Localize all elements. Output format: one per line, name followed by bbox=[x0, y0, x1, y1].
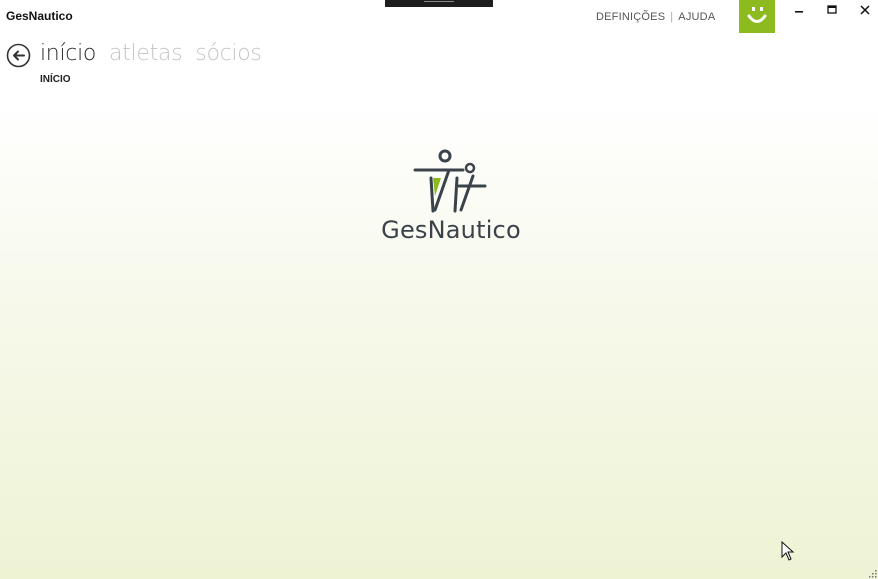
tab-socios[interactable]: sócios bbox=[195, 41, 262, 66]
rowers-logo-icon bbox=[413, 149, 487, 213]
app-title: GesNautico bbox=[6, 9, 73, 23]
header-links: DEFINIÇÕES | AJUDA bbox=[596, 11, 715, 23]
close-button[interactable] bbox=[851, 0, 878, 20]
gesnautico-logo: GesNautico bbox=[375, 148, 527, 248]
header-links-separator: | bbox=[670, 11, 674, 23]
minimize-button[interactable] bbox=[785, 0, 813, 20]
smiley-icon[interactable] bbox=[739, 0, 775, 33]
maximize-button[interactable] bbox=[818, 0, 846, 20]
close-icon bbox=[860, 5, 870, 15]
mouse-cursor-icon bbox=[781, 541, 795, 561]
title-bar-handle-line bbox=[424, 1, 454, 2]
settings-link[interactable]: DEFINIÇÕES bbox=[596, 11, 665, 23]
tab-atletas[interactable]: atletas bbox=[109, 41, 183, 66]
back-button[interactable] bbox=[6, 43, 31, 68]
help-link[interactable]: AJUDA bbox=[678, 11, 715, 23]
title-bar-handle[interactable] bbox=[385, 0, 493, 7]
resize-grip-icon[interactable] bbox=[868, 569, 878, 579]
back-arrow-circle-icon bbox=[6, 43, 31, 68]
maximize-icon bbox=[827, 5, 837, 14]
main-navigation: início atletas sócios bbox=[40, 41, 262, 66]
tab-inicio[interactable]: início bbox=[40, 41, 96, 66]
logo-text: GesNautico bbox=[381, 216, 521, 244]
page-subtitle: INÍCIO bbox=[40, 74, 71, 85]
minimize-icon bbox=[795, 11, 803, 13]
